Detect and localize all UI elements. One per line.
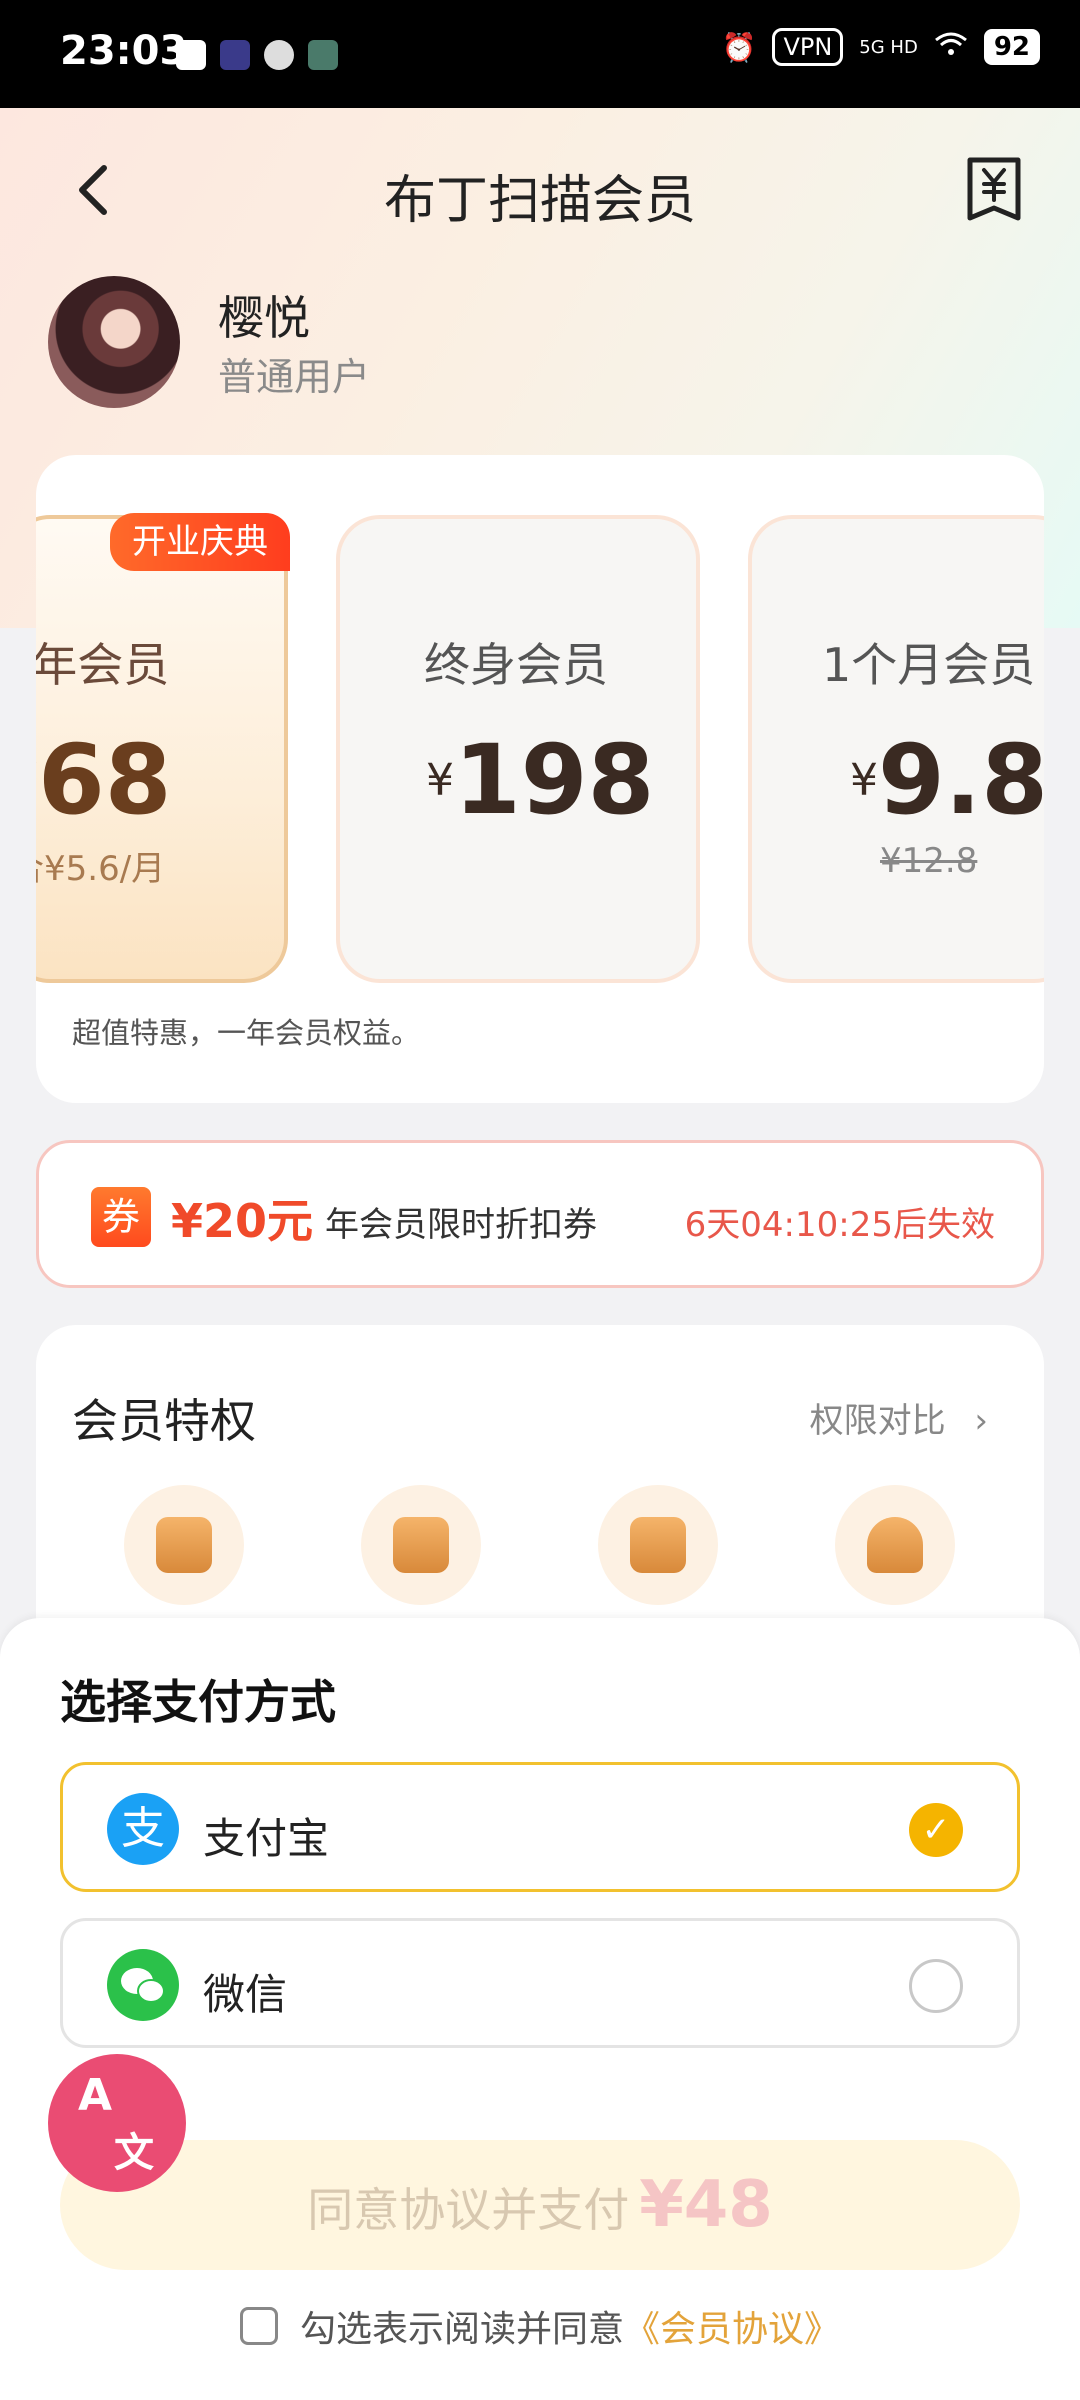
payment-option-label: 支付宝 xyxy=(203,1814,330,1863)
floating-translate-button[interactable]: A 文 xyxy=(48,2054,186,2192)
plan-price: ¥9.8 xyxy=(850,724,1044,836)
payment-option-label: 微信 xyxy=(203,1970,288,2019)
payment-option-alipay[interactable]: 支 支付宝 ✓ xyxy=(60,1762,1020,1892)
coupon-amount: ¥20元 xyxy=(171,1194,314,1248)
alipay-icon: 支 xyxy=(107,1793,179,1865)
translate-app-icon xyxy=(176,40,206,70)
avatar xyxy=(48,276,180,408)
status-bar: 23:03 ⏰ VPN 5G HD 92 xyxy=(0,0,1080,108)
plan-description: 超值特惠，一年会员权益。 xyxy=(72,1016,421,1050)
signal-icon: 5G HD xyxy=(859,36,918,58)
cloud-icon[interactable] xyxy=(835,1485,955,1605)
coupon-tag: 券 xyxy=(91,1187,151,1247)
plan-monthly-price: 合¥5.6/月 xyxy=(36,849,166,889)
receipt-yen-icon xyxy=(967,157,1021,221)
agree-and-pay-button[interactable]: 同意协议并支付 ¥48 xyxy=(60,2140,1020,2270)
plan-option-lifetime[interactable]: 终身会员 ¥198 xyxy=(336,515,700,983)
agreement-text: 勾选表示阅读并同意 xyxy=(300,2309,625,2350)
coupon-countdown: 6天04:10:25后失效 xyxy=(684,1205,995,1245)
plan-option-monthly[interactable]: 1个月会员 ¥9.8 ¥12.8 xyxy=(748,515,1044,983)
plan-name: 1年会员 xyxy=(36,638,170,692)
gmail-icon xyxy=(220,40,250,70)
id-card-icon[interactable] xyxy=(598,1485,718,1605)
plan-option-yearly[interactable]: 1年会员 ¥68 合¥5.6/月 xyxy=(36,515,288,983)
agreement-checkbox[interactable] xyxy=(240,2307,278,2345)
wechat-icon xyxy=(107,1949,179,2021)
message-icon xyxy=(264,40,294,70)
chevron-right-icon: › xyxy=(974,1401,988,1441)
plan-price: ¥198 xyxy=(426,724,655,836)
vpn-badge: VPN xyxy=(772,28,844,66)
radio-unchecked-icon[interactable] xyxy=(909,1959,963,2013)
coupon-description: 年会员限时折扣券 xyxy=(325,1205,597,1245)
agreement-row: 勾选表示阅读并同意 《会员协议》 xyxy=(240,2300,840,2352)
wifi-icon xyxy=(934,30,968,65)
coupon-banner[interactable]: 券 ¥20元 年会员限时折扣券 6天04:10:25后失效 xyxy=(36,1140,1044,1288)
payment-sheet-title: 选择支付方式 xyxy=(60,1675,336,1729)
document-scan-icon[interactable] xyxy=(124,1485,244,1605)
plan-name: 终身会员 xyxy=(424,638,608,692)
privileges-title: 会员特权 xyxy=(72,1394,256,1448)
promo-badge: 开业庆典 xyxy=(110,513,290,571)
alarm-icon: ⏰ xyxy=(721,30,757,64)
user-level: 普通用户 xyxy=(218,355,371,399)
receipt-button[interactable] xyxy=(964,156,1024,224)
text-recognize-icon[interactable] xyxy=(361,1485,481,1605)
plan-original-price: ¥12.8 xyxy=(880,841,978,881)
status-time: 23:03 xyxy=(60,28,188,74)
page-title: 布丁扫描会员 xyxy=(383,171,696,231)
avatar-app-icon xyxy=(308,40,338,70)
plans-card: 1年会员 ¥68 合¥5.6/月 开业庆典 终身会员 ¥198 1个月会员 ¥9… xyxy=(36,455,1044,1103)
translate-icon: A xyxy=(78,2070,113,2121)
plan-price: ¥68 xyxy=(36,724,172,836)
privileges-compare-link[interactable]: 权限对比 › xyxy=(810,1393,988,1442)
user-name: 樱悦 xyxy=(218,291,310,345)
payment-option-wechat[interactable]: 微信 xyxy=(60,1918,1020,2048)
plan-name: 1个月会员 xyxy=(822,638,1036,692)
checkmark-icon: ✓ xyxy=(909,1803,963,1857)
payment-sheet: 选择支付方式 支 支付宝 ✓ 微信 xyxy=(0,1618,1080,2400)
agreement-link[interactable]: 《会员协议》 xyxy=(624,2300,840,2352)
battery-level: 92 xyxy=(983,29,1040,65)
